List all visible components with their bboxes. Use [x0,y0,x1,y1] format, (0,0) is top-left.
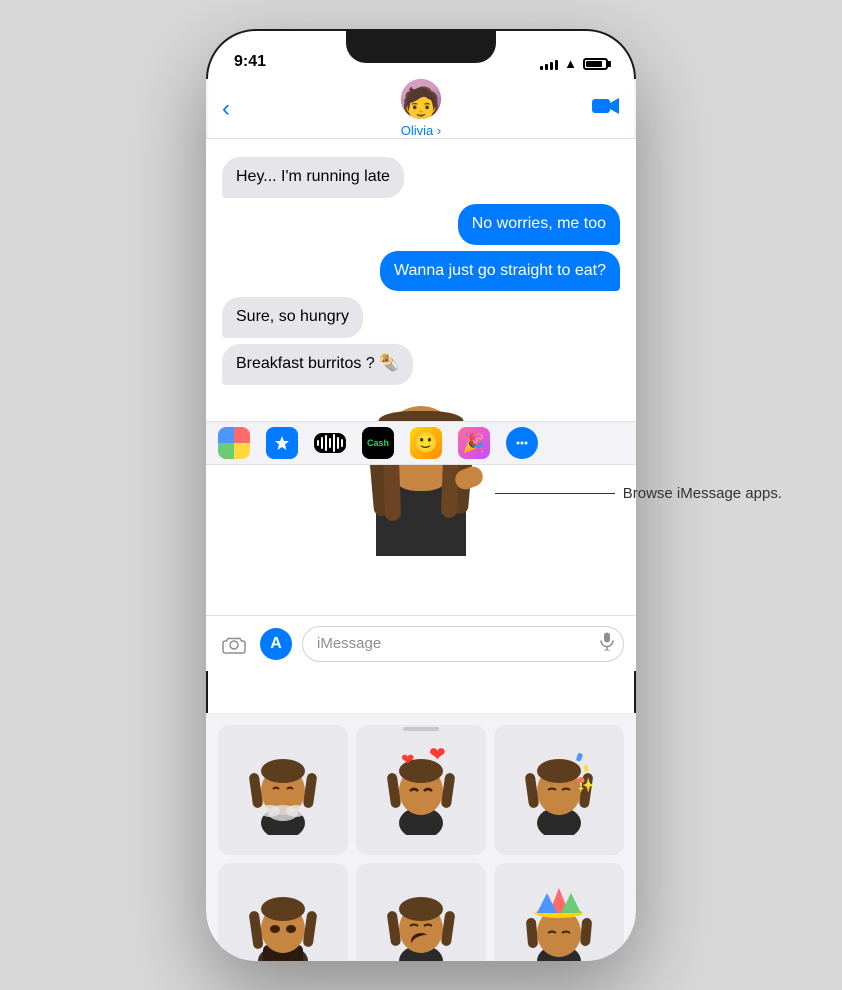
sticker-panel: ❤ ❤ [206,713,636,961]
message-bubble[interactable]: Sure, so hungry [222,297,363,338]
status-icons: ▲ [540,56,608,71]
signal-bars-icon [540,58,558,70]
message-input[interactable]: iMessage [302,626,624,662]
cash-label: Cash [367,438,389,448]
message-text: Breakfast burritos ? 🌯 [236,355,399,372]
nav-header: ‹ 🧑 Olivia › [206,79,636,139]
table-row: Hey... I'm running late [222,157,620,198]
input-area: A iMessage [206,615,636,671]
message-text: Hey... I'm running late [236,168,390,185]
apple-cash-button[interactable]: Cash [362,427,394,459]
annotation: Browse iMessage apps. [495,485,782,502]
message-list: Hey... I'm running late No worries, me t… [206,149,636,579]
message-text: No worries, me too [472,215,606,232]
contact-info[interactable]: 🧑 Olivia › [401,79,441,138]
annotation-line [495,493,615,494]
status-time: 9:41 [234,53,266,71]
soundwave-icon [317,433,343,453]
input-placeholder: iMessage [317,635,381,652]
contact-avatar: 🧑 [401,79,441,119]
app-store-button[interactable]: A [260,628,292,660]
battery-icon [583,58,608,70]
video-call-button[interactable] [592,96,620,122]
message-bubble[interactable]: Hey... I'm running late [222,157,404,198]
svg-text:❤: ❤ [401,752,414,769]
table-row: Breakfast burritos ? 🌯 [222,344,620,385]
camera-button[interactable] [218,628,250,660]
svg-text:❤: ❤ [429,745,446,766]
table-row: Wanna just go straight to eat? [222,251,620,292]
sticker-grid: ❤ ❤ [206,713,636,961]
sticker-item[interactable]: ✨ [494,725,624,855]
stickers-button[interactable]: 🎉 [458,427,490,459]
sticker-item[interactable] [356,863,486,961]
sticker-item[interactable] [494,863,624,961]
memoji-icon: 🙂 [412,430,439,456]
message-bubble[interactable]: No worries, me too [458,204,620,245]
stickers-icon: 🎉 [463,433,485,454]
drag-handle [403,727,439,731]
soundwave-button[interactable] [314,433,346,453]
app-store-icon: A [270,635,282,653]
message-input-wrapper: iMessage [302,626,624,662]
memoji-button[interactable]: 🙂 [410,427,442,459]
wifi-icon: ▲ [564,56,577,71]
messages-area: Hey... I'm running late No worries, me t… [206,139,636,621]
browse-apps-button[interactable] [506,427,538,459]
photos-app-button[interactable] [218,427,250,459]
sticker-item[interactable]: ❤ ❤ [356,725,486,855]
contact-name: Olivia › [401,123,441,138]
message-bubble[interactable]: Breakfast burritos ? 🌯 [222,344,413,385]
sticker-item[interactable] [218,725,348,855]
back-chevron-icon: ‹ [222,95,230,123]
message-text: Sure, so hungry [236,308,349,325]
annotation-text: Browse iMessage apps. [623,485,782,502]
svg-text:✨: ✨ [577,777,594,793]
app-store-tray-button[interactable] [266,427,298,459]
back-button[interactable]: ‹ [222,95,230,123]
message-bubble[interactable]: Wanna just go straight to eat? [380,251,620,292]
notch [346,29,496,63]
table-row: Sure, so hungry [222,297,620,338]
sticker-item[interactable] [218,863,348,961]
message-text: Wanna just go straight to eat? [394,262,606,279]
microphone-icon[interactable] [600,632,614,655]
table-row: No worries, me too [222,204,620,245]
app-tray: Cash 🙂 🎉 [206,421,636,465]
